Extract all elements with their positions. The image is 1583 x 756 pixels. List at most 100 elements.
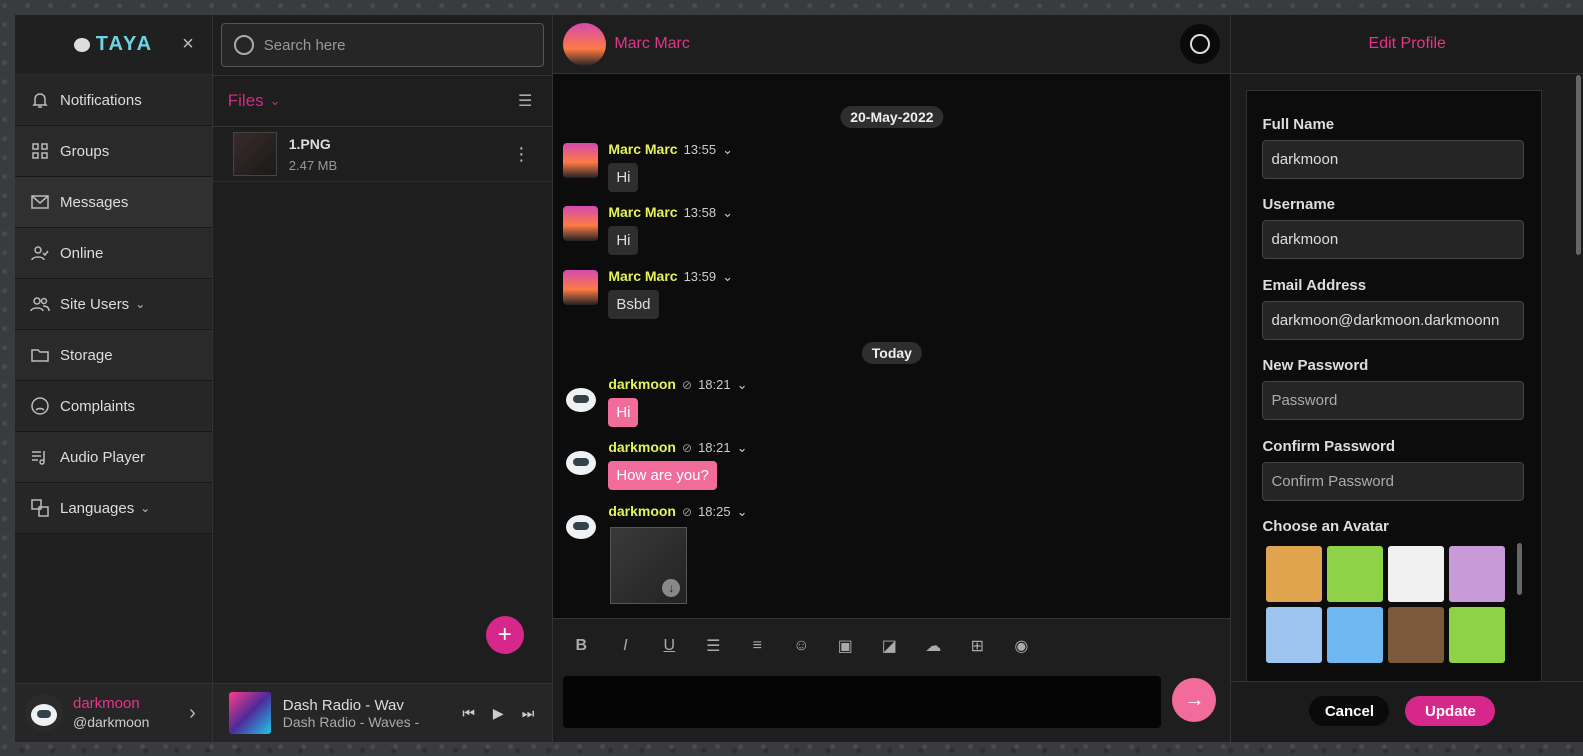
user-check-icon <box>31 246 49 261</box>
field-label: Choose an Avatar <box>1262 518 1389 535</box>
sidebar-item-groups[interactable]: Groups <box>15 126 212 177</box>
message-time: 13:55 <box>683 142 717 157</box>
play-icon[interactable]: ▶ <box>493 705 504 722</box>
italic-icon[interactable]: I <box>615 637 635 655</box>
search-icon <box>1190 34 1211 54</box>
sidebar-item-messages[interactable]: Messages <box>15 177 212 228</box>
chat-search-button[interactable] <box>1180 24 1221 64</box>
sidebar-item-label: Languages <box>60 499 135 517</box>
message-composer: → <box>553 672 1231 742</box>
next-icon[interactable]: ⏭ <box>522 705 535 722</box>
logo: TAYA <box>73 33 153 56</box>
search-input[interactable]: Search here <box>220 23 545 67</box>
bullet-list-icon[interactable]: ☰ <box>703 636 723 656</box>
avatar-option[interactable] <box>1388 546 1445 602</box>
file-thumbnail <box>232 132 277 176</box>
message-time: 18:21 <box>698 440 731 455</box>
chevron-down-icon: ⌄ <box>269 93 281 108</box>
user-handle: @darkmoon <box>73 714 150 730</box>
scrollbar[interactable] <box>1576 75 1581 255</box>
sidebar-item-languages[interactable]: Languages ⌄ <box>15 483 212 534</box>
bold-icon[interactable]: B <box>571 637 591 655</box>
album-cover <box>228 692 271 734</box>
field-label: Confirm Password <box>1262 438 1395 455</box>
more-vertical-icon[interactable]: ⋮ <box>512 144 530 165</box>
field-label: Email Address <box>1262 277 1367 294</box>
chevron-down-icon[interactable]: ⌄ <box>737 504 748 519</box>
files-title: Files <box>227 91 264 110</box>
underline-icon[interactable]: U <box>659 637 679 655</box>
sidebar-item-label: Online <box>60 244 104 262</box>
sidebar-item-complaints[interactable]: Complaints <box>15 381 212 432</box>
add-button[interactable]: + <box>485 616 524 654</box>
chevron-down-icon[interactable]: ⌄ <box>722 269 733 284</box>
avatar-option[interactable] <box>1327 546 1384 602</box>
chevron-right-icon[interactable]: › <box>189 702 196 725</box>
chevron-down-icon[interactable]: ⌄ <box>737 377 748 392</box>
avatar-option[interactable] <box>1266 546 1323 602</box>
avatar-option[interactable] <box>1449 546 1506 602</box>
sidebar-item-online[interactable]: Online <box>15 228 212 279</box>
avatar <box>25 694 63 732</box>
image-attachment[interactable]: ↓ <box>610 527 688 604</box>
folder-add-icon[interactable]: ⊞ <box>967 636 987 656</box>
sidebar-item-notifications[interactable]: Notifications <box>15 75 212 126</box>
numbered-list-icon[interactable]: ≡ <box>747 637 767 655</box>
avatar <box>563 206 599 241</box>
message-bubble: How are you? <box>608 461 717 490</box>
logo-row: TAYA × <box>15 15 212 75</box>
file-size: 2.47 MB <box>288 157 338 173</box>
sidebar-item-label: Audio Player <box>60 448 146 466</box>
files-header[interactable]: Files ⌄ ☰ <box>212 75 553 127</box>
avatar-option[interactable] <box>1266 607 1323 663</box>
current-user[interactable]: darkmoon @darkmoon › <box>15 683 212 742</box>
arrow-right-icon: → <box>1184 688 1205 711</box>
user-name: darkmoon <box>73 695 140 712</box>
message-input[interactable] <box>563 676 1162 728</box>
sidebar-item-label: Groups <box>60 142 110 160</box>
avatar-option[interactable] <box>1449 607 1506 663</box>
eye-off-icon: ⊘ <box>682 441 693 455</box>
message-sender: Marc Marc <box>608 268 678 284</box>
app-window: TAYA × Notifications Groups Messages Onl… <box>15 15 1583 742</box>
sidebar-item-label: Notifications <box>60 91 142 109</box>
update-button[interactable]: Update <box>1405 696 1496 726</box>
cancel-button[interactable]: Cancel <box>1309 696 1390 726</box>
list-item[interactable]: 1.PNG 2.47 MB ⋮ <box>212 127 553 182</box>
new-password-field[interactable]: Password <box>1262 381 1525 420</box>
message-sender: darkmoon <box>608 439 676 455</box>
list-icon[interactable]: ☰ <box>518 91 532 111</box>
close-icon[interactable]: × <box>182 33 194 56</box>
sidebar-item-site-users[interactable]: Site Users ⌄ <box>15 279 212 330</box>
emoji-icon[interactable]: ☺ <box>791 637 811 655</box>
previous-icon[interactable]: ⏮ <box>462 705 475 722</box>
full-name-field[interactable]: darkmoon <box>1262 140 1525 179</box>
confirm-password-field[interactable]: Confirm Password <box>1262 462 1525 501</box>
chevron-down-icon: ⌄ <box>135 297 146 311</box>
chat-panel: Marc Marc 20-May-2022 Marc Marc 13:55 ⌄ Hi… <box>553 15 1232 742</box>
chevron-down-icon[interactable]: ⌄ <box>737 440 748 455</box>
download-icon[interactable]: ↓ <box>662 579 681 597</box>
avatar-option[interactable] <box>1388 607 1445 663</box>
playlist-icon <box>32 451 45 465</box>
users-icon <box>30 297 50 312</box>
sticker-icon[interactable]: ◪ <box>879 636 899 656</box>
avatar-option[interactable] <box>1327 607 1384 663</box>
username-field[interactable]: darkmoon <box>1262 220 1525 259</box>
contact-name[interactable]: Marc Marc <box>614 35 690 53</box>
search-icon <box>233 35 254 55</box>
profile-form: Full Name darkmoon Username darkmoon Ema… <box>1246 90 1543 692</box>
sidebar-item-label: Complaints <box>60 397 136 415</box>
avatar-scrollbar[interactable] <box>1517 543 1523 595</box>
send-button[interactable]: → <box>1172 678 1217 722</box>
video-icon[interactable]: ▣ <box>835 636 855 656</box>
chevron-down-icon[interactable]: ⌄ <box>722 142 733 157</box>
chevron-down-icon[interactable]: ⌄ <box>722 205 733 220</box>
email-field[interactable]: darkmoon@darkmoon.darkmoonn <box>1262 301 1525 340</box>
avatar <box>563 505 599 540</box>
edit-profile-panel: Edit Profile Full Name darkmoon Username… <box>1231 15 1583 742</box>
sidebar-item-storage[interactable]: Storage <box>15 330 212 381</box>
upload-icon[interactable]: ☁ <box>923 636 943 656</box>
sidebar-item-audio-player[interactable]: Audio Player <box>15 432 212 483</box>
microphone-icon[interactable]: ◉ <box>1011 636 1031 656</box>
